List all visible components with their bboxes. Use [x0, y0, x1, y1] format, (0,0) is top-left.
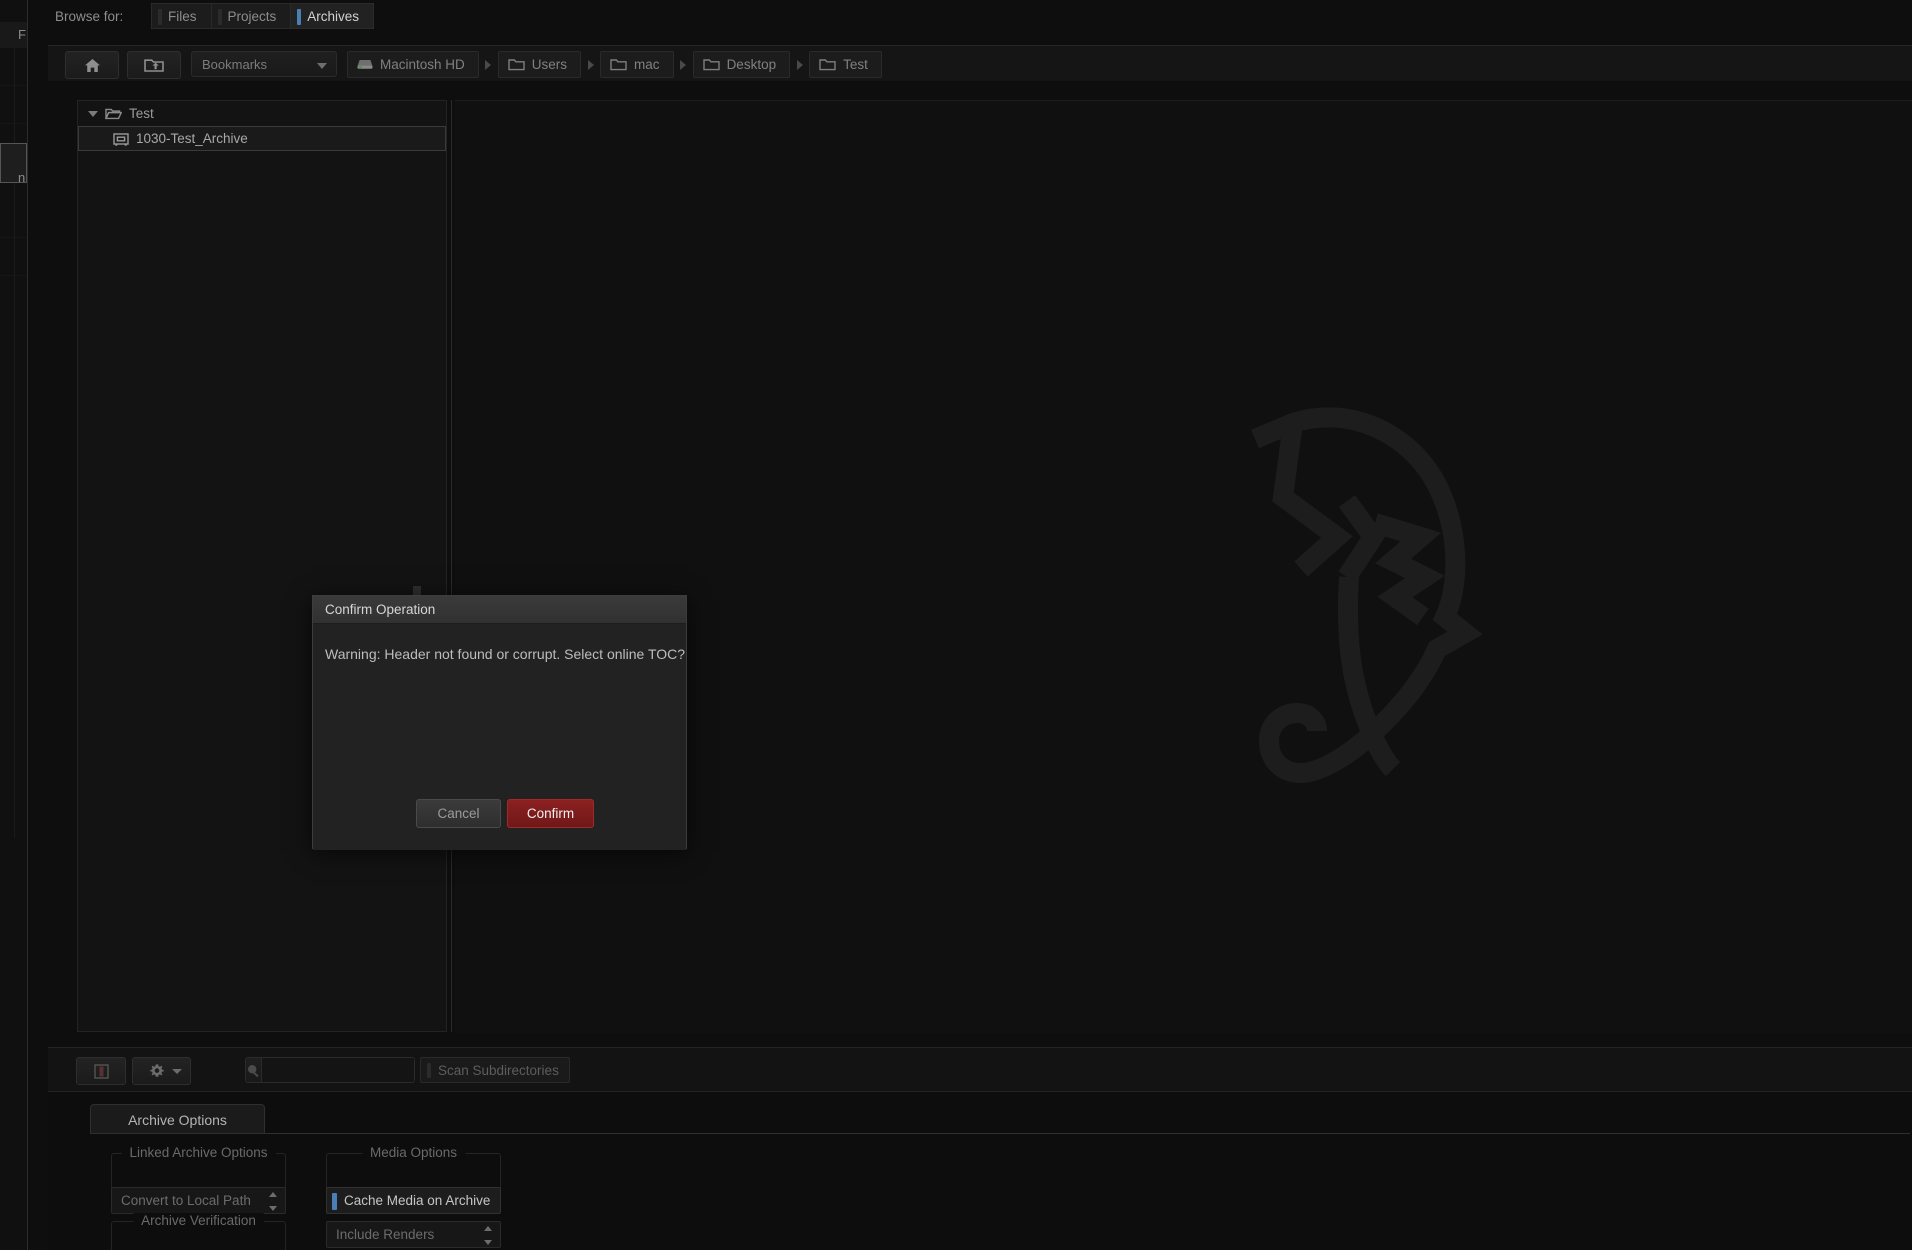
view-mode-button[interactable] [76, 1057, 126, 1085]
folder-icon [610, 58, 627, 71]
toggle-indicator-icon [427, 1063, 431, 1078]
archive-list-pane[interactable] [455, 100, 1912, 1033]
home-button[interactable] [65, 51, 119, 79]
bookmarks-label: Bookmarks [202, 56, 268, 72]
search-button[interactable] [246, 1058, 262, 1082]
background-panel: F n [0, 0, 28, 1250]
background-panel-header: F [0, 22, 27, 48]
breadcrumb-item-macintosh-hd[interactable]: Macintosh HD [347, 51, 479, 78]
tree-item-1030-test-archive[interactable]: 1030-Test_Archive [78, 126, 446, 151]
breadcrumb-item-label: Test [843, 57, 868, 72]
pane-splitter[interactable] [448, 100, 455, 1032]
disclosure-triangle-icon[interactable] [88, 110, 98, 117]
gear-icon [149, 1064, 164, 1077]
tab-indicator-icon [297, 9, 302, 25]
tab-underline [90, 1133, 1910, 1134]
tab-projects[interactable]: Projects [210, 3, 291, 29]
tab-projects-label: Projects [227, 8, 277, 24]
cancel-button-label: Cancel [437, 806, 480, 821]
confirm-button[interactable]: Confirm [507, 799, 594, 828]
include-renders-value: Include Renders [336, 1227, 435, 1242]
tree-item-test[interactable]: Test [78, 101, 446, 126]
breadcrumb-item-test[interactable]: Test [809, 51, 882, 78]
breadcrumb-separator-icon [674, 59, 693, 70]
cache-media-on-archive-toggle[interactable]: Cache Media on Archive [326, 1187, 501, 1214]
confirm-operation-dialog: Confirm Operation Warning: Header not fo… [312, 595, 687, 850]
tab-indicator-icon [217, 9, 222, 25]
dialog-title: Confirm Operation [325, 602, 436, 617]
search-icon [248, 1064, 259, 1077]
breadcrumb-item-label: Desktop [726, 57, 777, 72]
tab-files[interactable]: Files [151, 3, 211, 29]
cancel-button[interactable]: Cancel [416, 799, 501, 828]
background-list-item [0, 200, 27, 238]
breadcrumb-item-mac[interactable]: mac [600, 51, 674, 78]
scan-subdirectories-toggle[interactable]: Scan Subdirectories [420, 1057, 570, 1083]
breadcrumb-separator-icon [479, 59, 498, 70]
group-media-options-title: Media Options [361, 1145, 466, 1160]
scan-subdirectories-label: Scan Subdirectories [438, 1062, 559, 1078]
convert-to-local-path-dropdown[interactable]: Convert to Local Path [111, 1187, 286, 1214]
group-archive-verification-title: Archive Verification [133, 1213, 264, 1228]
toggle-indicator-icon [332, 1193, 337, 1210]
background-list-item [0, 48, 27, 86]
search-input[interactable] [262, 1058, 414, 1082]
navigation-toolbar: Bookmarks Macintosh HD Users mac Desktop… [48, 45, 1912, 82]
tab-indicator-icon [158, 9, 162, 25]
stepper-arrows-icon[interactable] [269, 1192, 278, 1211]
breadcrumb-item-label: mac [634, 57, 660, 72]
folder-icon [508, 58, 525, 71]
search-box[interactable] [245, 1057, 415, 1083]
breadcrumb-item-desktop[interactable]: Desktop [692, 51, 791, 78]
folder-tree: Test 1030-Test_Archive [77, 100, 447, 1032]
tab-files-label: Files [168, 8, 197, 24]
folder-icon [819, 58, 836, 71]
convert-to-local-path-value: Convert to Local Path [121, 1193, 251, 1208]
breadcrumb-separator-icon [581, 59, 600, 70]
chevron-down-icon [172, 1069, 182, 1074]
group-archive-verification: Archive Verification [111, 1213, 286, 1250]
home-icon [84, 58, 100, 72]
archive-options-panel: Archive Options Linked Archive Options C… [48, 1091, 1912, 1250]
breadcrumb-separator-icon [790, 59, 809, 70]
browser-bottom-toolbar: Scan Subdirectories [48, 1047, 1912, 1092]
cache-media-on-archive-label: Cache Media on Archive [344, 1193, 491, 1208]
dialog-body: Warning: Header not found or corrupt. Se… [313, 624, 686, 850]
dialog-message: Warning: Header not found or corrupt. Se… [325, 646, 686, 662]
include-renders-dropdown[interactable]: Include Renders [326, 1221, 501, 1248]
list-view-icon [93, 1063, 109, 1079]
breadcrumb: Macintosh HD Users mac Desktop Test [347, 51, 882, 78]
browse-for-label: Browse for: [55, 9, 124, 24]
background-list-item [0, 238, 27, 276]
folder-icon [702, 58, 720, 71]
tab-archive-options[interactable]: Archive Options [90, 1104, 265, 1134]
tree-item-label: Test [129, 106, 154, 121]
stepper-arrows-icon[interactable] [484, 1226, 493, 1245]
tab-archives[interactable]: Archives [290, 3, 375, 29]
group-linked-archive-options-title: Linked Archive Options [121, 1145, 276, 1160]
browser-split: Test 1030-Test_Archive [48, 81, 1912, 1047]
app-root: F n Browse for: Files Projects Archives … [0, 0, 1912, 1250]
bookmarks-dropdown[interactable]: Bookmarks [191, 51, 337, 77]
breadcrumb-item-label: Macintosh HD [380, 57, 465, 72]
chevron-down-icon [317, 63, 327, 69]
davinci-resolve-seahorse-logo-icon [1251, 407, 1483, 784]
settings-menu-button[interactable] [132, 1057, 191, 1085]
drive-icon [357, 59, 373, 70]
tree-item-label: 1030-Test_Archive [136, 131, 248, 146]
breadcrumb-item-users[interactable]: Users [497, 51, 582, 78]
tab-archive-options-label: Archive Options [128, 1111, 227, 1128]
breadcrumb-item-label: Users [531, 57, 568, 72]
folder-up-icon [144, 59, 164, 72]
folder-open-icon [105, 107, 122, 120]
archive-icon [113, 132, 129, 146]
tab-archives-label: Archives [307, 8, 360, 24]
browse-for-tabs: Files Projects Archives [151, 3, 375, 29]
parent-folder-button[interactable] [127, 51, 181, 79]
background-list-item [0, 86, 27, 124]
confirm-button-label: Confirm [526, 806, 575, 821]
browse-for-bar: Browse for: Files Projects Archives [30, 0, 1912, 34]
